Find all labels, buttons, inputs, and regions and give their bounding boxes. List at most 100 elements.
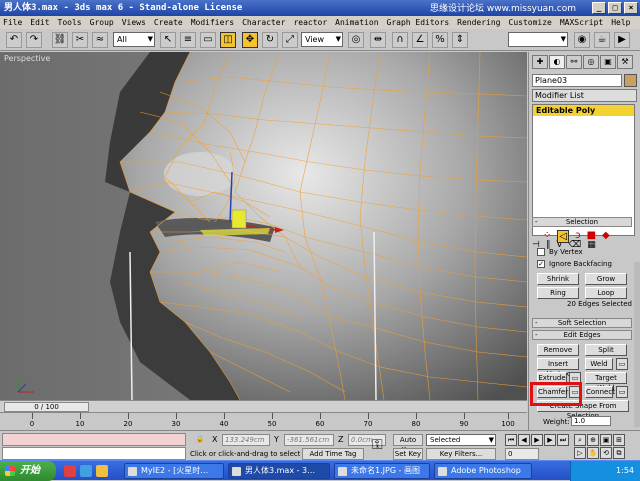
menu-create[interactable]: Create [154, 16, 183, 29]
select-object-icon[interactable]: ↖ [160, 32, 176, 48]
goto-start-icon[interactable]: ⏮ [505, 434, 517, 446]
menu-customize[interactable]: Customize [509, 16, 552, 29]
task-myie2[interactable]: MyIE2 - [火星时… [124, 463, 224, 479]
goto-end-icon[interactable]: ⏭ [557, 434, 569, 446]
maxscript-listener-mini[interactable] [2, 433, 186, 446]
named-selection-dropdown[interactable] [508, 32, 568, 47]
stack-item-editable-poly[interactable]: Editable Poly [533, 105, 634, 116]
time-slider[interactable]: 0 / 100 [4, 402, 89, 412]
select-rotate-icon[interactable]: ↻ [262, 32, 278, 48]
zoom-all-icon[interactable]: ⊕ [587, 434, 599, 446]
create-tab-icon[interactable]: ✚ [532, 55, 548, 69]
select-scale-icon[interactable]: ⤢ [282, 32, 298, 48]
selection-rollout-header[interactable]: Selection [532, 217, 632, 227]
display-tab-icon[interactable]: ▣ [600, 55, 616, 69]
bind-space-warp-icon[interactable]: ≈ [92, 32, 108, 48]
split-button[interactable]: Split [585, 344, 627, 356]
task-photoshop[interactable]: Adobe Photoshop [434, 463, 532, 479]
task-paint[interactable]: 未命名1.JPG - 画图 [334, 463, 430, 479]
fov-icon[interactable]: ▷ [574, 447, 586, 459]
x-coord-field[interactable]: 133.249cm [222, 434, 270, 446]
material-editor-icon[interactable]: ◉ [574, 32, 590, 48]
hierarchy-tab-icon[interactable]: ⚯ [566, 55, 582, 69]
polygon-level-icon[interactable]: ■ [587, 230, 596, 243]
select-move-icon[interactable]: ✥ [242, 32, 258, 48]
target-weld-button[interactable]: Target Weld [585, 372, 627, 392]
pivot-center-icon[interactable]: ◎ [348, 32, 364, 48]
viewport-label[interactable]: Perspective [4, 54, 50, 63]
quicklaunch-desktop-icon[interactable] [80, 465, 92, 477]
weight-input[interactable]: 1.0 [571, 416, 611, 426]
select-link-icon[interactable]: ⛓ [52, 32, 68, 48]
render-scene-icon[interactable]: ☕ [594, 32, 610, 48]
edit-edges-rollout-header[interactable]: Edit Edges [532, 330, 632, 340]
menu-help[interactable]: Help [611, 16, 630, 29]
arc-rotate-icon[interactable]: ⟲ [600, 447, 612, 459]
menu-group[interactable]: Group [90, 16, 114, 29]
quick-render-icon[interactable]: ▶ [614, 32, 630, 48]
lock-selection-icon[interactable]: 🔒 [194, 434, 206, 446]
snap-toggle-icon[interactable]: ∩ [392, 32, 408, 48]
undo-icon[interactable]: ↶ [6, 32, 22, 48]
quicklaunch-folder-icon[interactable] [96, 465, 108, 477]
gizmo-plane-handle[interactable] [231, 209, 247, 229]
menu-maxscript[interactable]: MAXScript [560, 16, 603, 29]
menu-character[interactable]: Character [242, 16, 285, 29]
object-name-field[interactable]: Plane03 [532, 74, 622, 87]
task-3dsmax[interactable]: 男人体3.max - 3… [228, 463, 330, 479]
weld-button[interactable]: Weld [585, 358, 613, 370]
y-coord-field[interactable]: -361.561cm [284, 434, 334, 446]
grow-button[interactable]: Grow [585, 273, 627, 285]
selection-filter-dropdown[interactable]: All [113, 32, 155, 47]
quicklaunch-browser-icon[interactable] [64, 465, 76, 477]
menu-graph-editors[interactable]: Graph Editors [387, 16, 450, 29]
unlink-icon[interactable]: ✂ [72, 32, 88, 48]
mirror-icon[interactable]: ⇹ [370, 32, 386, 48]
by-vertex-checkbox[interactable] [537, 248, 545, 256]
soft-selection-rollout-header[interactable]: Soft Selection [532, 318, 632, 328]
close-button[interactable]: × [624, 2, 638, 14]
max-toggle-icon[interactable]: ⧉ [613, 447, 625, 459]
menu-modifiers[interactable]: Modifiers [191, 16, 234, 29]
object-color-swatch[interactable] [624, 74, 637, 87]
utilities-tab-icon[interactable]: ⚒ [617, 55, 633, 69]
spinner-snap-icon[interactable]: ⇕ [452, 32, 468, 48]
key-mode-dropdown[interactable]: Selected [426, 434, 496, 446]
menu-reactor[interactable]: reactor [293, 16, 327, 29]
select-by-name-icon[interactable]: ≡ [180, 32, 196, 48]
zoom-icon[interactable]: ⌕ [574, 434, 586, 446]
next-frame-icon[interactable]: ▶ [544, 434, 556, 446]
prev-frame-icon[interactable]: ◀ [518, 434, 530, 446]
add-time-tag-button[interactable]: Add Time Tag [302, 448, 364, 460]
maximize-button[interactable]: □ [608, 2, 622, 14]
zoom-extents-icon[interactable]: ▣ [600, 434, 612, 446]
loop-button[interactable]: Loop [585, 287, 627, 299]
perspective-viewport[interactable]: Perspective [0, 52, 527, 400]
maxscript-input[interactable] [2, 447, 186, 460]
play-icon[interactable]: ▶ [531, 434, 543, 446]
reference-coord-dropdown[interactable]: View [301, 32, 343, 47]
clock[interactable]: 1:54 [616, 466, 634, 475]
redo-icon[interactable]: ↷ [26, 32, 42, 48]
zoom-extents-all-icon[interactable]: ⊞ [613, 434, 625, 446]
shrink-button[interactable]: Shrink [537, 273, 579, 285]
weld-settings-icon[interactable]: ▭ [616, 358, 628, 370]
menu-edit[interactable]: Edit [30, 16, 49, 29]
vertex-level-icon[interactable]: ⁘ [543, 230, 551, 243]
key-filters-button[interactable]: Key Filters... [426, 448, 496, 460]
modifier-list-dropdown[interactable]: Modifier List [532, 89, 637, 102]
menu-file[interactable]: File [3, 16, 22, 29]
percent-snap-icon[interactable]: % [432, 32, 448, 48]
menu-views[interactable]: Views [122, 16, 146, 29]
menu-tools[interactable]: Tools [58, 16, 82, 29]
window-crossing-icon[interactable]: ◫ [220, 32, 236, 48]
track-bar[interactable]: 0 10 20 30 40 50 60 70 80 90 100 [0, 412, 527, 430]
element-level-icon[interactable]: ◆ [602, 230, 610, 243]
set-key-button[interactable]: Set Key [393, 448, 423, 460]
menu-animation[interactable]: Animation [335, 16, 378, 29]
menu-rendering[interactable]: Rendering [457, 16, 500, 29]
modify-tab-icon[interactable]: ◐ [549, 55, 565, 69]
auto-key-button[interactable]: Auto Key [393, 434, 423, 454]
minimize-button[interactable]: _ [592, 2, 606, 14]
edge-level-icon[interactable]: ◁ [557, 230, 570, 243]
